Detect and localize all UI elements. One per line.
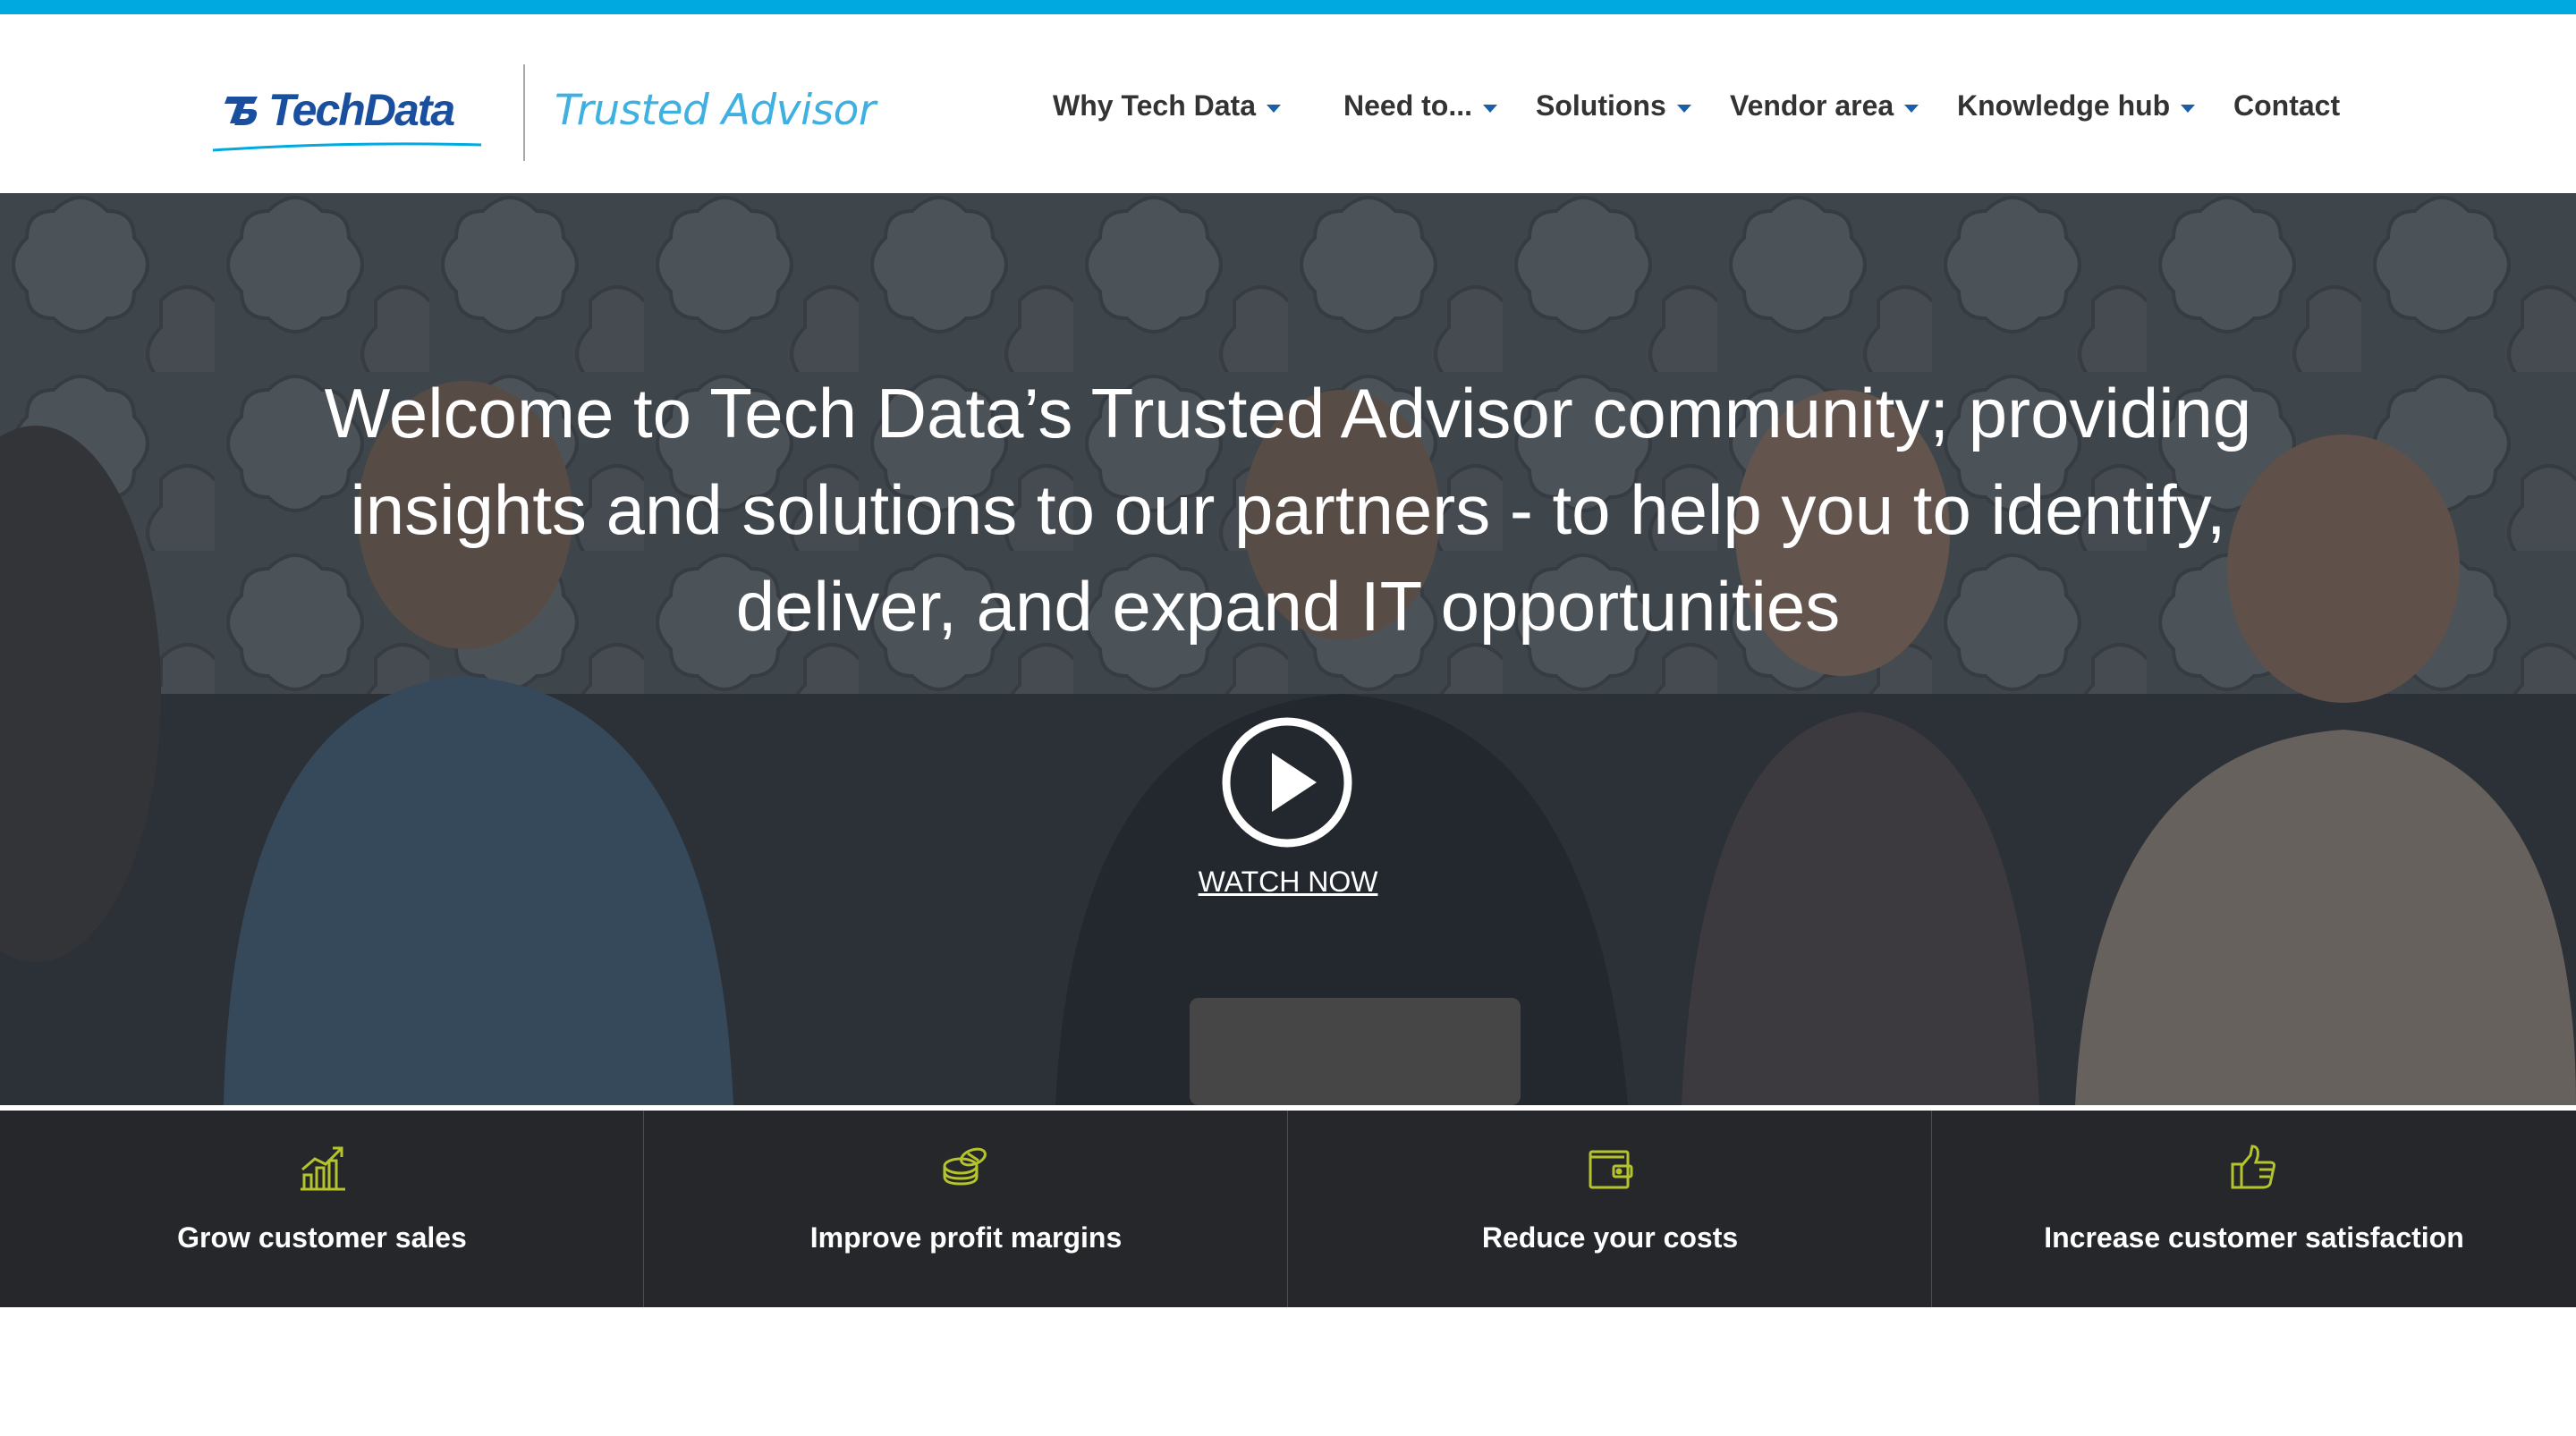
- nav-label: Need to...: [1343, 89, 1473, 122]
- caret-down-icon: [1676, 105, 1691, 113]
- growth-chart-icon: [301, 1146, 345, 1191]
- nav-label: Contact: [2233, 89, 2341, 122]
- main-nav: Why Tech Data Need to... Solutions Vendo…: [0, 14, 2576, 193]
- caret-down-icon: [1904, 105, 1919, 113]
- benefit-label: Grow customer sales: [177, 1221, 467, 1254]
- benefits-bar: Grow customer sales Improve profit margi…: [0, 1111, 2576, 1307]
- nav-label: Solutions: [1536, 89, 1666, 122]
- benefit-reduce-costs[interactable]: Reduce your costs: [1288, 1111, 1932, 1307]
- hero-headline: Welcome to Tech Data’s Trusted Advisor c…: [215, 365, 2361, 655]
- benefit-label: Reduce your costs: [1481, 1221, 1739, 1254]
- nav-contact[interactable]: Contact: [2233, 89, 2340, 122]
- caret-down-icon: [1483, 105, 1498, 113]
- nav-vendor-area[interactable]: Vendor area: [1730, 89, 1919, 122]
- hero-headline-line: insights and solutions to our partners -…: [350, 470, 2226, 549]
- wallet-icon: [1589, 1150, 1633, 1189]
- nav-knowledge-hub[interactable]: Knowledge hub: [1957, 89, 2196, 122]
- benefit-label: Increase customer satisfaction: [2044, 1221, 2464, 1254]
- nav-solutions[interactable]: Solutions: [1536, 89, 1691, 122]
- nav-label: Knowledge hub: [1957, 89, 2171, 122]
- hero-headline-line: deliver, and expand IT opportunities: [735, 567, 1841, 646]
- coins-icon: [943, 1147, 987, 1186]
- benefit-improve-margins[interactable]: Improve profit margins: [644, 1111, 1288, 1307]
- caret-down-icon: [1267, 105, 1281, 113]
- hero-headline-line: Welcome to Tech Data’s Trusted Advisor c…: [324, 374, 2252, 452]
- hero-banner: Welcome to Tech Data’s Trusted Advisor c…: [0, 193, 2576, 1105]
- nav-need-to[interactable]: Need to...: [1343, 89, 1498, 122]
- benefit-label: Improve profit margins: [809, 1221, 1123, 1254]
- nav-why-tech-data[interactable]: Why Tech Data: [1053, 89, 1281, 122]
- play-circle-icon[interactable]: [1220, 715, 1354, 849]
- top-accent-strip: [0, 0, 2576, 14]
- caret-down-icon: [2181, 105, 2196, 113]
- watch-now-link[interactable]: WATCH NOW: [1109, 866, 1467, 899]
- site-header: TechData Trusted Advisor Why Tech Data N…: [0, 14, 2576, 193]
- benefit-grow-sales[interactable]: Grow customer sales: [0, 1111, 644, 1307]
- nav-label: Vendor area: [1730, 89, 1894, 122]
- thumbs-up-icon: [2231, 1145, 2275, 1189]
- benefit-increase-satisfaction[interactable]: Increase customer satisfaction: [1932, 1111, 2576, 1307]
- nav-label: Why Tech Data: [1053, 89, 1256, 122]
